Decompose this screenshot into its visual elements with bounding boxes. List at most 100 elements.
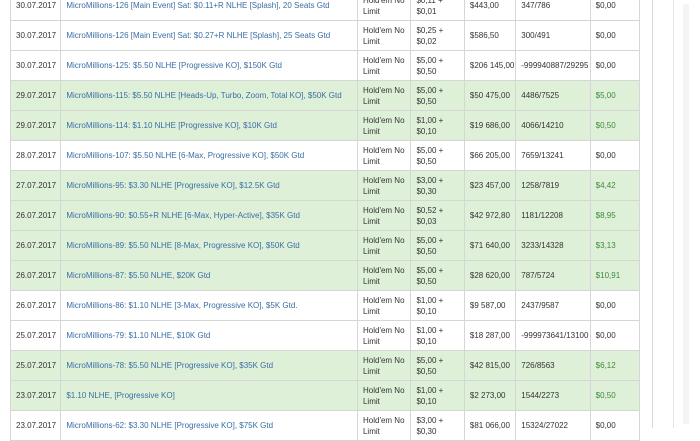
winnings-cell: $3,13 — [589, 230, 641, 261]
date-cell: 27.07.2017 — [9, 170, 62, 201]
date-cell: 29.07.2017 — [9, 110, 62, 141]
prizepool-cell: $28 620,00 — [463, 260, 517, 291]
prizepool-cell: $2 273,00 — [463, 380, 517, 411]
tournament-link[interactable]: MicroMillions-62: $3.30 NLHE [Progressiv… — [60, 410, 358, 441]
place-cell: -999940887/29295 — [515, 50, 591, 81]
winnings-cell: $0,00 — [589, 50, 641, 81]
table-row: 25.07.2017 MicroMillions-78: $5.50 NLHE [… — [9, 350, 641, 381]
tournament-link[interactable]: MicroMillions-95: $3.30 NLHE [Progressiv… — [60, 170, 358, 201]
prizepool-cell: $443,00 — [463, 0, 517, 21]
table-row: 30.07.2017 MicroMillions-126 [Main Event]… — [9, 0, 641, 21]
date-cell: 23.07.2017 — [9, 380, 62, 411]
buyin-cell: $1,00 + $0,10 — [410, 110, 465, 141]
winnings-cell: $0,50 — [589, 110, 641, 141]
buyin-cell: $0,25 + $0,02 — [410, 20, 465, 51]
winnings-cell: $0,00 — [589, 0, 641, 21]
tournament-link[interactable]: MicroMillions-126 [Main Event] Sat: $0.1… — [60, 0, 358, 21]
winnings-cell: $0,00 — [589, 290, 641, 321]
game-type-cell: Hold'em No Limit — [356, 140, 412, 171]
tournament-link[interactable]: MicroMillions-87: $5.50 NLHE, $20K Gtd — [60, 260, 358, 291]
tournament-link[interactable]: MicroMillions-89: $5.50 NLHE [8-Max, Pro… — [60, 230, 358, 261]
date-cell: 26.07.2017 — [9, 290, 62, 321]
place-cell: 726/8563 — [515, 350, 591, 381]
prizepool-cell: $23 457,00 — [463, 170, 517, 201]
tournament-results-table: 30.07.2017 MicroMillions-126 [Main Event]… — [9, 0, 641, 441]
date-cell: 25.07.2017 — [9, 320, 62, 351]
prizepool-cell: $71 640,00 — [463, 230, 517, 261]
game-type-cell: Hold'em No Limit — [356, 320, 412, 351]
game-type-cell: Hold'em No Limit — [356, 20, 412, 51]
table-row: 26.07.2017 MicroMillions-86: $1.10 NLHE [… — [9, 290, 641, 321]
date-cell: 30.07.2017 — [9, 20, 62, 51]
tournament-link[interactable]: MicroMillions-125: $5.50 NLHE [Progressi… — [60, 50, 358, 81]
buyin-cell: $5,00 + $0,50 — [410, 260, 465, 291]
place-cell: 4486/7525 — [515, 80, 591, 111]
prizepool-cell: $18 287,00 — [463, 320, 517, 351]
tournament-link[interactable]: MicroMillions-126 [Main Event] Sat: $0.2… — [60, 20, 358, 51]
scrollbar[interactable] — [674, 0, 700, 428]
game-type-cell: Hold'em No Limit — [356, 350, 412, 381]
winnings-cell: $0,00 — [589, 20, 641, 51]
place-cell: 4066/14210 — [515, 110, 591, 141]
tournament-link[interactable]: MicroMillions-107: $5.50 NLHE [6-Max, Pr… — [60, 140, 358, 171]
place-cell: 15324/27022 — [515, 410, 591, 441]
tournament-link[interactable]: MicroMillions-115: $5.50 NLHE [Heads-Up,… — [60, 80, 358, 111]
place-cell: 3233/14328 — [515, 230, 591, 261]
game-type-cell: Hold'em No Limit — [356, 380, 412, 411]
prizepool-cell: $81 066,00 — [463, 410, 517, 441]
place-cell: -999973641/13100 — [515, 320, 591, 351]
place-cell: 7659/13241 — [515, 140, 591, 171]
prizepool-cell: $19 686,00 — [463, 110, 517, 141]
winnings-cell: $10,91 — [589, 260, 641, 291]
buyin-cell: $3,00 + $0,30 — [410, 170, 465, 201]
table-body: 30.07.2017 MicroMillions-126 [Main Event]… — [9, 0, 641, 441]
winnings-cell: $0,50 — [589, 380, 641, 411]
buyin-cell: $5,00 + $0,50 — [410, 230, 465, 261]
date-cell: 28.07.2017 — [9, 140, 62, 171]
game-type-cell: Hold'em No Limit — [356, 80, 412, 111]
winnings-cell: $0,00 — [589, 140, 641, 171]
tournament-link[interactable]: $1.10 NLHE, [Progressive KO] — [60, 380, 358, 411]
prizepool-cell: $66 205,00 — [463, 140, 517, 171]
date-cell: 26.07.2017 — [9, 230, 62, 261]
prizepool-cell: $42 815,00 — [463, 350, 517, 381]
side-column — [652, 0, 674, 428]
table-row: 30.07.2017 MicroMillions-125: $5.50 NLHE … — [9, 50, 641, 81]
date-cell: 30.07.2017 — [9, 0, 62, 21]
game-type-cell: Hold'em No Limit — [356, 410, 412, 441]
winnings-cell: $0,00 — [589, 320, 641, 351]
scrollbar-thumb[interactable] — [683, 4, 689, 424]
game-type-cell: Hold'em No Limit — [356, 170, 412, 201]
winnings-cell: $5,00 — [589, 80, 641, 111]
buyin-cell: $5,00 + $0,50 — [410, 80, 465, 111]
winnings-cell: $0,00 — [589, 410, 641, 441]
table-row: 29.07.2017 MicroMillions-114: $1.10 NLHE … — [9, 110, 641, 141]
date-cell: 26.07.2017 — [9, 200, 62, 231]
tournament-link[interactable]: MicroMillions-90: $0.55+R NLHE [6-Max, H… — [60, 200, 358, 231]
winnings-cell: $8,95 — [589, 200, 641, 231]
date-cell: 25.07.2017 — [9, 350, 62, 381]
buyin-cell: $1,00 + $0,10 — [410, 320, 465, 351]
table-row: 25.07.2017 MicroMillions-79: $1.10 NLHE, … — [9, 320, 641, 351]
prizepool-cell: $586,50 — [463, 20, 517, 51]
tournament-link[interactable]: MicroMillions-78: $5.50 NLHE [Progressiv… — [60, 350, 358, 381]
table-row: 29.07.2017 MicroMillions-115: $5.50 NLHE … — [9, 80, 641, 111]
table-row: 26.07.2017 MicroMillions-87: $5.50 NLHE, … — [9, 260, 641, 291]
place-cell: 347/786 — [515, 0, 591, 21]
table-row: 30.07.2017 MicroMillions-126 [Main Event]… — [9, 20, 641, 51]
place-cell: 2437/9587 — [515, 290, 591, 321]
prizepool-cell: $206 145,00 — [463, 50, 517, 81]
date-cell: 29.07.2017 — [9, 80, 62, 111]
table-row: 26.07.2017 MicroMillions-89: $5.50 NLHE [… — [9, 230, 641, 261]
tournament-link[interactable]: MicroMillions-86: $1.10 NLHE [3-Max, Pro… — [60, 290, 358, 321]
tournament-link[interactable]: MicroMillions-114: $1.10 NLHE [Progressi… — [60, 110, 358, 141]
date-cell: 23.07.2017 — [9, 410, 62, 441]
game-type-cell: Hold'em No Limit — [356, 230, 412, 261]
table-row: 28.07.2017 MicroMillions-107: $5.50 NLHE … — [9, 140, 641, 171]
winnings-cell: $6,12 — [589, 350, 641, 381]
buyin-cell: $3,00 + $0,30 — [410, 410, 465, 441]
date-cell: 30.07.2017 — [9, 50, 62, 81]
place-cell: 1258/7819 — [515, 170, 591, 201]
tournament-link[interactable]: MicroMillions-79: $1.10 NLHE, $10K Gtd — [60, 320, 358, 351]
place-cell: 1181/12208 — [515, 200, 591, 231]
